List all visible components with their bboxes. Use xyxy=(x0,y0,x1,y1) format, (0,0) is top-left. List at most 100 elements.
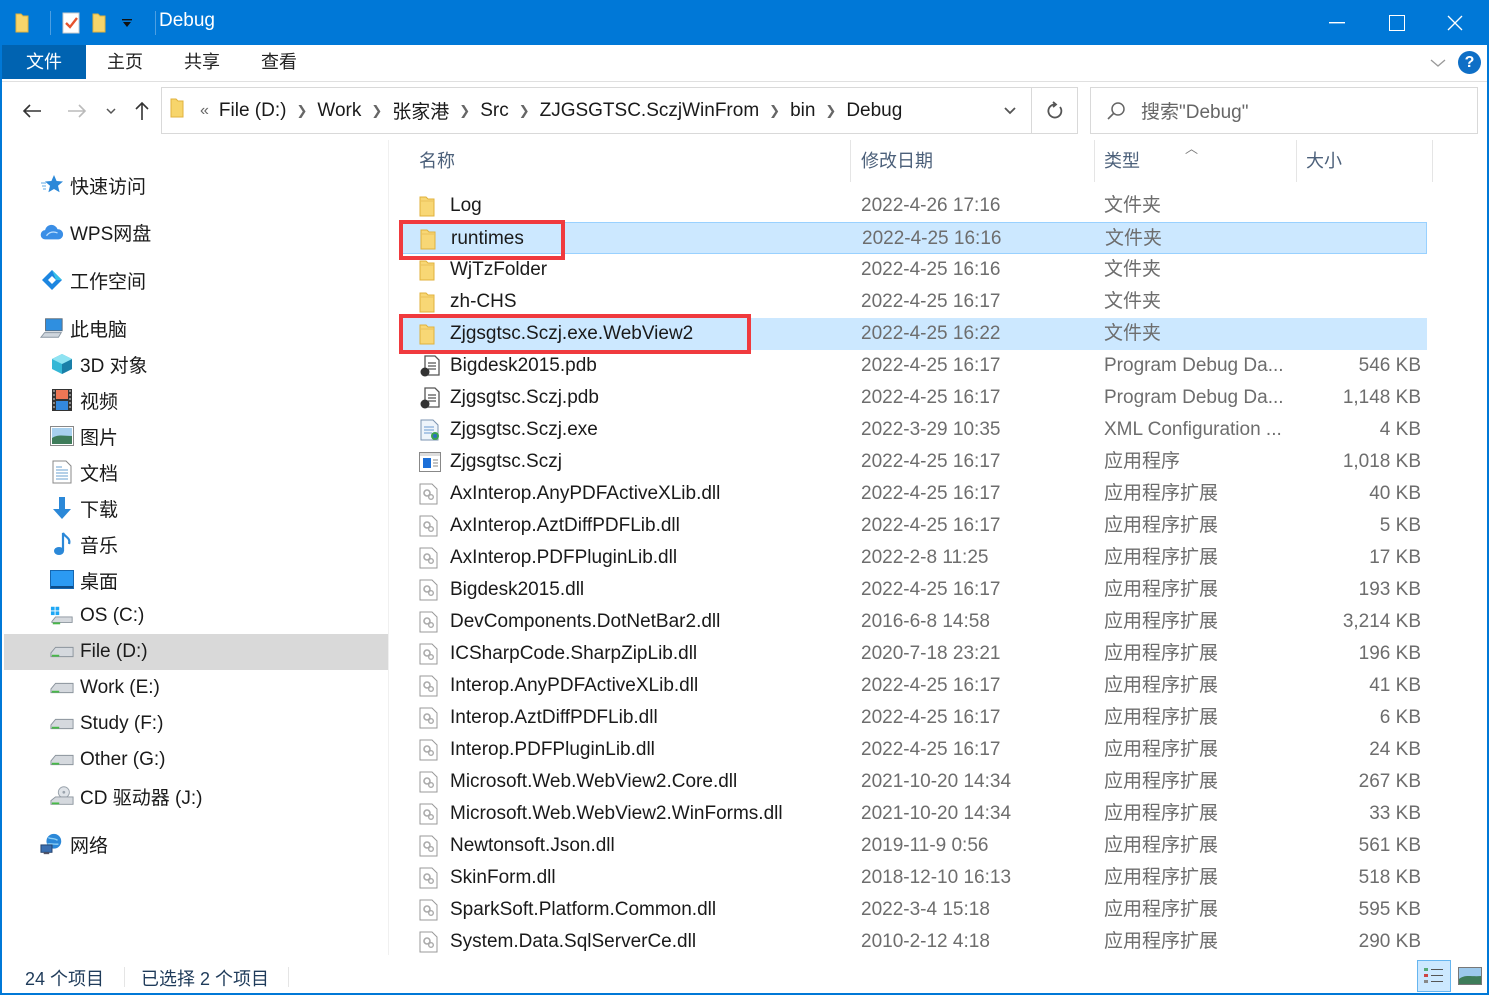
file-row[interactable]: Interop.AnyPDFActiveXLib.dll 2022-4-25 16… xyxy=(399,670,1427,702)
close-button[interactable] xyxy=(1425,0,1485,45)
search-input[interactable]: 搜索"Debug" xyxy=(1141,97,1248,124)
dll-file-icon xyxy=(419,643,441,665)
customize-toolbar-dropdown-icon[interactable] xyxy=(117,12,137,34)
address-bar[interactable]: « File (D:) ❯ Work ❯ 张家港 ❯ Src ❯ ZJGSGTS… xyxy=(161,87,1078,134)
file-row[interactable]: Interop.PDFPluginLib.dll 2022-4-25 16:17 应… xyxy=(399,734,1427,766)
sidebar-item[interactable]: 下载 xyxy=(4,490,388,526)
refresh-button[interactable] xyxy=(1031,88,1077,133)
sidebar-item[interactable]: File (D:) xyxy=(4,634,388,670)
file-row[interactable]: Zjgsgtsc.Sczj.exe 2022-3-29 10:35 XML Conf… xyxy=(399,414,1427,446)
column-header-name[interactable]: 名称 xyxy=(419,140,455,182)
sidebar-item[interactable]: OS (C:) xyxy=(4,598,388,634)
sidebar-item[interactable]: 3D 对象 xyxy=(4,346,388,382)
file-type: 应用程序扩展 xyxy=(1104,643,1219,664)
sidebar-item[interactable]: Other (G:) xyxy=(4,742,388,778)
file-row[interactable]: WjTzFolder 2022-4-25 16:16 文件夹 xyxy=(399,254,1427,286)
breadcrumb-item[interactable]: File (D:) xyxy=(215,100,291,122)
file-row[interactable]: ICSharpCode.SharpZipLib.dll 2020-7-18 23:… xyxy=(399,638,1427,670)
sidebar-item[interactable]: 音乐 xyxy=(4,526,388,562)
tab-view[interactable]: 查看 xyxy=(244,45,314,79)
file-type: 应用程序扩展 xyxy=(1104,611,1219,632)
chevron-right-icon[interactable]: ❯ xyxy=(819,103,842,119)
expand-ribbon-button[interactable] xyxy=(1427,52,1449,74)
column-divider[interactable] xyxy=(1432,140,1433,182)
sidebar-item[interactable]: 文档 xyxy=(4,454,388,490)
file-row[interactable]: Microsoft.Web.WebView2.Core.dll 2021-10-2… xyxy=(399,766,1427,798)
file-row[interactable]: zh-CHS 2022-4-25 16:17 文件夹 xyxy=(399,286,1427,318)
sidebar-item[interactable]: 视频 xyxy=(4,382,388,418)
file-row[interactable]: System.Data.SqlServerCe.dll 2010-2-12 4:1… xyxy=(399,926,1427,958)
file-row[interactable]: AxInterop.PDFPluginLib.dll 2022-2-8 11:25… xyxy=(399,542,1427,574)
file-row[interactable]: runtimes 2022-4-25 16:16 文件夹 xyxy=(399,222,1427,254)
file-row[interactable]: Log 2022-4-26 17:16 文件夹 xyxy=(399,190,1427,222)
file-row[interactable]: Bigdesk2015.dll 2022-4-25 16:17 应用程序扩展 193 … xyxy=(399,574,1427,606)
sidebar-item[interactable]: Work (E:) xyxy=(4,670,388,706)
minimize-button[interactable] xyxy=(1307,0,1367,45)
breadcrumb-item[interactable]: 张家港 xyxy=(388,97,453,124)
file-row[interactable]: Zjgsgtsc.Sczj 2022-4-25 16:17 应用程序 1,018 KB xyxy=(399,446,1427,478)
column-divider[interactable] xyxy=(850,140,851,182)
file-list: 名称 修改日期 ︿ 类型 大小 Log 2022-4-26 17:16 文件夹 run… xyxy=(389,140,1489,955)
tab-file[interactable]: 文件 xyxy=(2,45,86,79)
sidebar-item[interactable]: CD 驱动器 (J:) xyxy=(4,778,388,814)
up-button[interactable] xyxy=(129,98,155,124)
chevron-right-icon[interactable]: ❯ xyxy=(763,103,786,119)
breadcrumb-item[interactable]: ZJGSGTSC.SczjWinFrom xyxy=(536,100,764,122)
file-row[interactable]: Zjgsgtsc.Sczj.exe.WebView2 2022-4-25 16:2… xyxy=(399,318,1427,350)
new-folder-icon[interactable] xyxy=(89,12,109,34)
file-row[interactable]: Newtonsoft.Json.dll 2019-11-9 0:56 应用程序扩展 5… xyxy=(399,830,1427,862)
breadcrumb-item[interactable]: bin xyxy=(786,100,819,122)
column-header-date[interactable]: 修改日期 xyxy=(861,140,933,182)
column-header-size[interactable]: 大小 xyxy=(1306,140,1342,182)
forward-button[interactable] xyxy=(64,98,90,124)
sidebar-item[interactable]: 图片 xyxy=(4,418,388,454)
file-type: 应用程序扩展 xyxy=(1104,547,1219,568)
breadcrumb-item[interactable]: Debug xyxy=(842,100,906,122)
file-row[interactable]: Microsoft.Web.WebView2.WinForms.dll 2021-… xyxy=(399,798,1427,830)
file-row[interactable]: SparkSoft.Platform.Common.dll 2022-3-4 15… xyxy=(399,894,1427,926)
breadcrumb-overflow[interactable]: « xyxy=(194,102,215,120)
file-row[interactable]: Bigdesk2015.pdb 2022-4-25 16:17 Program De… xyxy=(399,350,1427,382)
sidebar-item[interactable]: 网络 xyxy=(4,826,388,862)
sidebar-item-label: 3D 对象 xyxy=(80,355,148,377)
breadcrumb-item[interactable]: Src xyxy=(476,100,513,122)
column-divider[interactable] xyxy=(1296,140,1297,182)
large-icons-view-button[interactable] xyxy=(1453,960,1487,992)
column-divider[interactable] xyxy=(1094,140,1095,182)
help-button[interactable]: ? xyxy=(1458,51,1481,74)
search-box[interactable]: 搜索"Debug" xyxy=(1090,87,1478,134)
address-history-dropdown[interactable] xyxy=(989,88,1031,133)
tab-share[interactable]: 共享 xyxy=(167,45,237,79)
sidebar-item[interactable]: 此电脑 xyxy=(4,310,388,346)
sidebar-item[interactable]: 快速访问 xyxy=(4,167,388,203)
sidebar-item[interactable]: Study (F:) xyxy=(4,706,388,742)
title-bar: Debug xyxy=(2,0,1487,45)
file-row[interactable]: AxInterop.AnyPDFActiveXLib.dll 2022-4-25 … xyxy=(399,478,1427,510)
sidebar-item-label: Work (E:) xyxy=(80,677,160,698)
chevron-right-icon[interactable]: ❯ xyxy=(513,103,536,119)
file-row[interactable]: Interop.AztDiffPDFLib.dll 2022-4-25 16:17… xyxy=(399,702,1427,734)
maximize-button[interactable] xyxy=(1367,0,1427,45)
tab-home[interactable]: 主页 xyxy=(90,45,160,79)
navigation-pane: 快速访问 WPS网盘工作空间此电脑 3D 对象视频 图片文档下载 音乐 桌面 OS (C:)… xyxy=(4,140,388,955)
chevron-right-icon[interactable]: ❯ xyxy=(453,103,476,119)
file-type: Program Debug Da... xyxy=(1104,355,1284,376)
breadcrumb-item[interactable]: Work xyxy=(313,100,365,122)
details-view-button[interactable] xyxy=(1417,960,1451,992)
file-row[interactable]: DevComponents.DotNetBar2.dll 2016-6-8 14:… xyxy=(399,606,1427,638)
file-row[interactable]: AxInterop.AztDiffPDFLib.dll 2022-4-25 16:… xyxy=(399,510,1427,542)
sidebar-item-label: 文档 xyxy=(80,463,119,485)
chevron-right-icon[interactable]: ❯ xyxy=(365,103,388,119)
sidebar-item[interactable]: WPS网盘 xyxy=(4,214,388,250)
properties-checkmark-icon[interactable] xyxy=(61,12,81,34)
sidebar-item[interactable]: 工作空间 xyxy=(4,262,388,298)
chevron-right-icon[interactable]: ❯ xyxy=(290,103,313,119)
file-row[interactable]: Zjgsgtsc.Sczj.pdb 2022-4-25 16:17 Program … xyxy=(399,382,1427,414)
column-header-type[interactable]: 类型 xyxy=(1104,140,1140,182)
file-row[interactable]: SkinForm.dll 2018-12-10 16:13 应用程序扩展 518 KB xyxy=(399,862,1427,894)
folder-icon[interactable] xyxy=(12,12,32,34)
sidebar-item[interactable]: 桌面 xyxy=(4,562,388,598)
back-button[interactable] xyxy=(19,98,45,124)
recent-locations-button[interactable] xyxy=(98,98,124,124)
wps-cloud-icon xyxy=(40,220,64,244)
